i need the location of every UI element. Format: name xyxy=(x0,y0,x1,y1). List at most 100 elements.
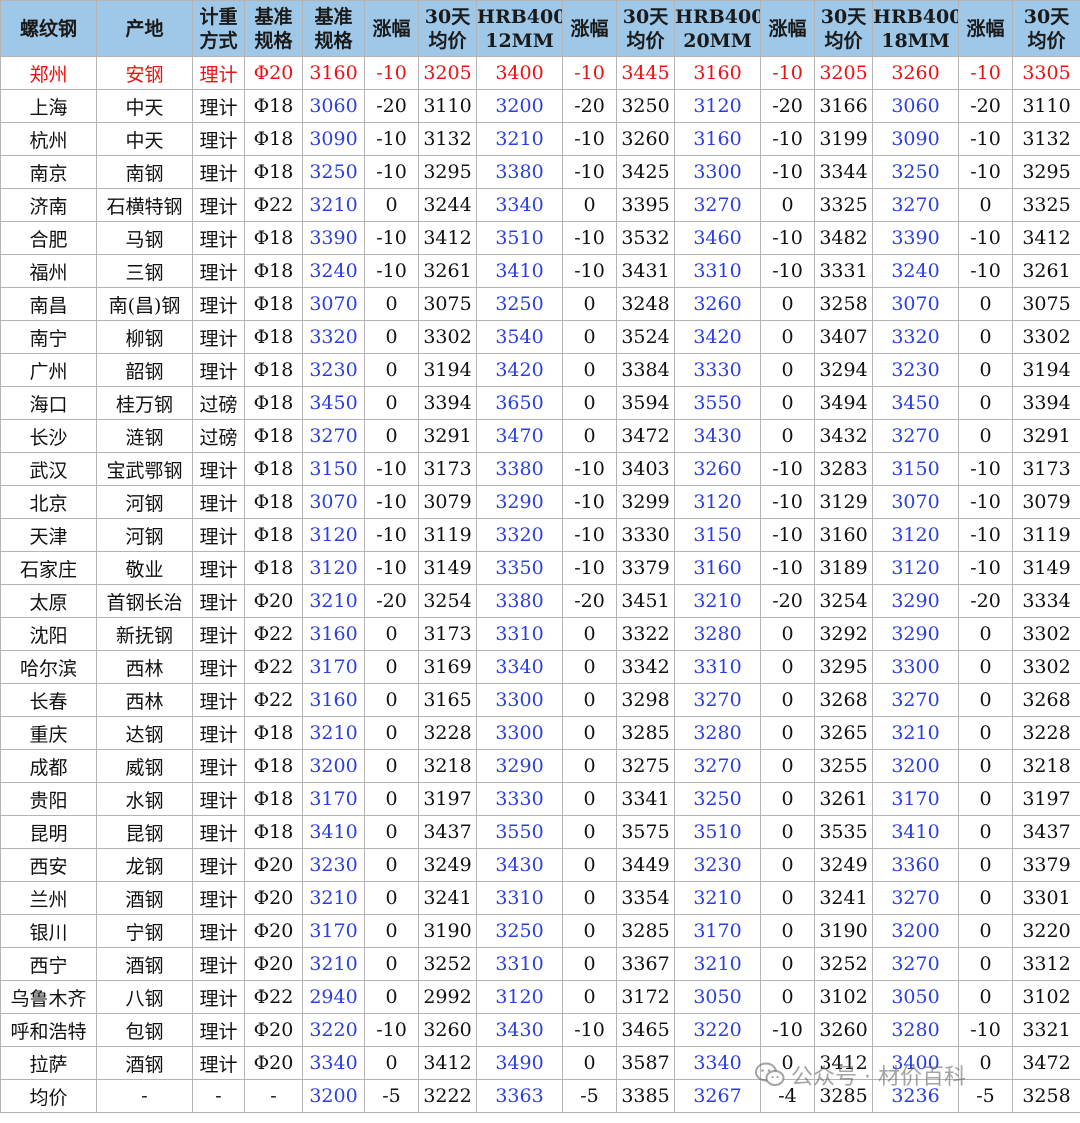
avg-30day-cell: 3241 xyxy=(418,881,477,915)
base-price-cell: 3120 xyxy=(302,551,365,585)
weigh-method-cell: 理计 xyxy=(192,749,245,783)
mill-cell: - xyxy=(96,1079,193,1113)
avg-30day-cell: 3283 xyxy=(814,452,873,486)
header-base-spec: 基准 规格 xyxy=(244,0,303,57)
change-cell: -20 xyxy=(958,89,1013,123)
avg-30day-cell: 3169 xyxy=(418,650,477,684)
city-cell: 北京 xyxy=(0,485,97,519)
change-cell: 0 xyxy=(760,980,815,1014)
avg-30day-cell: 3298 xyxy=(616,683,675,717)
change-cell: -10 xyxy=(562,56,617,90)
spec-cell: Φ18 xyxy=(244,518,303,552)
avg-30day-cell: 3075 xyxy=(418,287,477,321)
spec-cell: Φ22 xyxy=(244,980,303,1014)
price-18mm-cell: 3300 xyxy=(872,650,959,684)
price-18mm-cell: 3250 xyxy=(872,155,959,189)
avg-30day-cell: 3412 xyxy=(814,1046,873,1080)
avg-30day-cell: 3394 xyxy=(1012,386,1080,420)
change-cell: -10 xyxy=(562,551,617,585)
spec-cell: Φ18 xyxy=(244,386,303,420)
price-20mm-cell: 3270 xyxy=(674,749,761,783)
weigh-method-cell: 理计 xyxy=(192,221,245,255)
base-price-cell: 3090 xyxy=(302,122,365,156)
table-row: 成都 威钢 理计 Φ18 3200 0 3218 3290 0 3275 3270 0 3255 3200… xyxy=(0,749,1080,783)
avg-30day-cell: 3261 xyxy=(1012,254,1080,288)
change-cell: 0 xyxy=(364,848,419,882)
change-cell: 0 xyxy=(958,848,1013,882)
price-12mm-cell: 3330 xyxy=(476,782,563,816)
city-cell: 长沙 xyxy=(0,419,97,453)
avg-30day-cell: 3258 xyxy=(1012,1079,1080,1113)
price-18mm-cell: 3070 xyxy=(872,485,959,519)
avg-30day-cell: 3149 xyxy=(418,551,477,585)
change-cell: -20 xyxy=(364,89,419,123)
city-cell: 成都 xyxy=(0,749,97,783)
base-price-cell: 3220 xyxy=(302,1013,365,1047)
weigh-method-cell: 理计 xyxy=(192,551,245,585)
price-18mm-cell: 3320 xyxy=(872,320,959,354)
change-cell: 0 xyxy=(760,815,815,849)
weigh-method-cell: 理计 xyxy=(192,518,245,552)
change-cell: -10 xyxy=(562,155,617,189)
change-cell: 0 xyxy=(562,650,617,684)
price-18mm-cell: 3150 xyxy=(872,452,959,486)
avg-30day-cell: 3532 xyxy=(616,221,675,255)
avg-30day-cell: 3079 xyxy=(1012,485,1080,519)
price-12mm-cell: 3250 xyxy=(476,914,563,948)
avg-30day-cell: 3241 xyxy=(814,881,873,915)
price-18mm-cell: 3270 xyxy=(872,683,959,717)
avg-30day-cell: 3166 xyxy=(814,89,873,123)
avg-30day-cell: 3254 xyxy=(814,584,873,618)
mill-cell: 马钢 xyxy=(96,221,193,255)
change-cell: -10 xyxy=(760,1013,815,1047)
base-price-cell: 3200 xyxy=(302,749,365,783)
change-cell: 0 xyxy=(760,353,815,387)
avg-30day-cell: 3249 xyxy=(418,848,477,882)
price-18mm-cell: 3060 xyxy=(872,89,959,123)
average-row: 均价 - - -3200 -5 3222 3363 -5 3385 3267 -4 3285 3236-… xyxy=(0,1079,1080,1113)
change-cell: -10 xyxy=(562,221,617,255)
base-price-cell: 3210 xyxy=(302,947,365,981)
base-price-cell: 3160 xyxy=(302,683,365,717)
header-hrb400e-20mm: HRB400E20MM xyxy=(674,0,761,57)
table-row: 杭州 中天 理计 Φ18 3090 -10 3132 3210 -10 3260 3160 -10 31… xyxy=(0,122,1080,156)
price-18mm-cell: 3170 xyxy=(872,782,959,816)
price-18mm-cell: 3210 xyxy=(872,716,959,750)
city-cell: 太原 xyxy=(0,584,97,618)
avg-30day-cell: 3331 xyxy=(814,254,873,288)
change-cell: 0 xyxy=(958,683,1013,717)
spec-cell: Φ22 xyxy=(244,617,303,651)
spec-cell: Φ20 xyxy=(244,848,303,882)
avg-30day-cell: 3260 xyxy=(418,1013,477,1047)
avg-30day-cell: 3330 xyxy=(616,518,675,552)
change-cell: -10 xyxy=(364,1013,419,1047)
change-cell: -10 xyxy=(364,221,419,255)
change-cell: -10 xyxy=(364,551,419,585)
avg-30day-cell: 3394 xyxy=(418,386,477,420)
header-weigh-method: 计重 方式 xyxy=(192,0,245,57)
change-cell: 0 xyxy=(364,320,419,354)
price-12mm-cell: 3120 xyxy=(476,980,563,1014)
spec-cell: Φ18 xyxy=(244,287,303,321)
base-price-cell: 3070 xyxy=(302,485,365,519)
spec-cell: Φ18 xyxy=(244,419,303,453)
header-label: 基准 xyxy=(314,5,353,28)
change-cell: 0 xyxy=(562,815,617,849)
change-cell: -20 xyxy=(958,584,1013,618)
city-cell: 银川 xyxy=(0,914,97,948)
change-cell: -10 xyxy=(958,452,1013,486)
price-18mm-cell: 3390 xyxy=(872,221,959,255)
city-cell: 南京 xyxy=(0,155,97,189)
mill-cell: 八钢 xyxy=(96,980,193,1014)
spec-cell: Φ18 xyxy=(244,485,303,519)
weigh-method-cell: - xyxy=(192,1079,245,1113)
table-row: 南宁 柳钢 理计 Φ18 3320 0 3302 3540 0 3524 3420 0 3407 3320… xyxy=(0,320,1080,354)
city-cell: 西宁 xyxy=(0,947,97,981)
spec-cell: Φ18 xyxy=(244,221,303,255)
header-change: 涨幅 xyxy=(760,0,815,57)
change-cell: -10 xyxy=(364,155,419,189)
change-cell: 0 xyxy=(562,947,617,981)
avg-30day-cell: 3172 xyxy=(616,980,675,1014)
change-cell: 0 xyxy=(364,650,419,684)
price-20mm-cell: 3120 xyxy=(674,485,761,519)
